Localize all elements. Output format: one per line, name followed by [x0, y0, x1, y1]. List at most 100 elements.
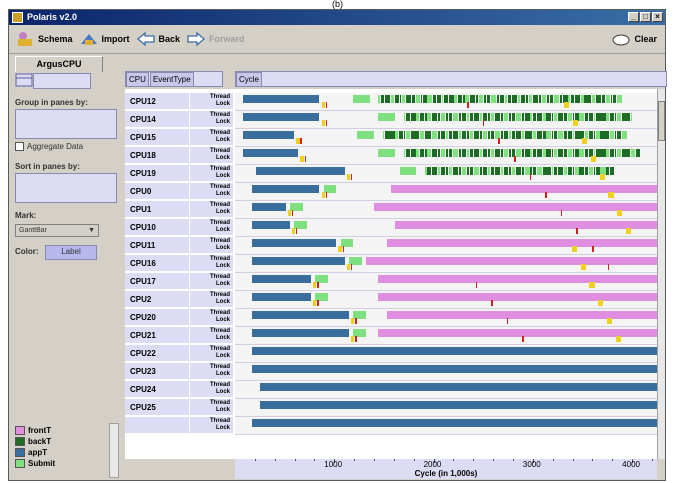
- schema-button[interactable]: Schema: [15, 30, 73, 48]
- legend-item[interactable]: frontT: [15, 425, 55, 436]
- backt-bar: [549, 95, 554, 103]
- cpu-label: CPU22: [125, 345, 189, 362]
- filter-field[interactable]: [33, 73, 91, 89]
- legend-item[interactable]: Submit: [15, 458, 55, 469]
- backt-bar: [546, 131, 551, 139]
- backt-bar: [621, 131, 627, 139]
- backt-bar: [454, 95, 457, 103]
- backt-bar: [419, 131, 425, 139]
- appt-bar: [251, 221, 290, 229]
- aggregate-row: Aggregate Data: [15, 142, 83, 151]
- appt-bar: [251, 347, 657, 355]
- backt-bar: [609, 131, 614, 139]
- backt-bar: [406, 149, 410, 157]
- backt-bar: [448, 131, 452, 139]
- backt-bar: [469, 113, 473, 121]
- gantt-row: CPU12 Thread Lock: [125, 93, 665, 111]
- appt-bar: [243, 131, 295, 139]
- color-legend: frontT backT appT Submit: [15, 425, 55, 469]
- scrollbar-thumb[interactable]: [658, 101, 665, 141]
- back-button[interactable]: Back: [136, 30, 180, 48]
- backt-bar: [440, 131, 446, 139]
- lock-mark: [300, 138, 302, 144]
- backt-bar: [394, 95, 399, 103]
- clear-button[interactable]: Clear: [611, 30, 657, 48]
- minimize-button[interactable]: _: [628, 12, 639, 22]
- backt-bar: [431, 167, 437, 175]
- backt-bar: [572, 167, 575, 175]
- backt-bar: [469, 95, 475, 103]
- backt-bar: [621, 149, 627, 157]
- clear-label: Clear: [634, 34, 657, 44]
- backt-bar: [567, 167, 572, 175]
- appt-bar: [256, 167, 345, 175]
- eventtype-pill[interactable]: EventType: [149, 72, 194, 87]
- aggregate-checkbox[interactable]: [15, 142, 24, 151]
- lock-mark: [608, 192, 614, 198]
- color-shelf[interactable]: Label: [45, 245, 97, 260]
- gantt-track: [235, 237, 657, 255]
- frontt-bar: [378, 275, 657, 283]
- vertical-scrollbar[interactable]: [657, 89, 665, 459]
- backt-bar: [621, 113, 627, 121]
- lock-mark: [545, 192, 547, 198]
- backt-bar: [403, 131, 406, 139]
- backt-bar: [579, 167, 585, 175]
- backt-bar: [494, 167, 500, 175]
- backt-bar: [505, 95, 507, 103]
- forward-button[interactable]: Forward: [186, 30, 245, 48]
- backt-bar: [419, 113, 425, 121]
- backt-bar: [614, 131, 617, 139]
- backt-bar: [427, 95, 433, 103]
- backt-bar: [423, 95, 427, 103]
- backt-bar: [406, 131, 410, 139]
- backt-bar: [606, 149, 609, 157]
- cpu-label: CPU10: [125, 219, 189, 236]
- rows-shelf[interactable]: CPU EventType: [125, 71, 223, 87]
- submit-bar: [378, 113, 396, 121]
- backt-bar: [427, 131, 431, 139]
- backt-bar: [609, 167, 614, 175]
- legend-item[interactable]: appT: [15, 447, 55, 458]
- columns-shelf[interactable]: Cycle: [235, 71, 667, 87]
- backt-bar: [530, 149, 533, 157]
- axis-minor-tick: [413, 459, 415, 461]
- legend-scrollbar[interactable]: [109, 423, 119, 478]
- axis-minor-tick: [294, 459, 296, 461]
- sort-shelf[interactable]: [15, 173, 117, 203]
- axis-minor-tick: [374, 459, 375, 461]
- backt-bar: [532, 95, 538, 103]
- close-button[interactable]: ×: [652, 12, 663, 22]
- cpu-label: CPU25: [125, 399, 189, 416]
- backt-bar: [630, 149, 636, 157]
- lock-mark: [296, 228, 298, 234]
- legend-label: appT: [28, 448, 48, 457]
- backt-bar: [593, 167, 596, 175]
- legend-label: backT: [28, 437, 52, 446]
- event-type-label: Thread Lock: [189, 345, 233, 362]
- backt-bar: [424, 131, 427, 139]
- backt-bar: [467, 167, 469, 175]
- group-shelf[interactable]: [15, 109, 117, 139]
- lock-mark: [571, 246, 577, 252]
- backt-bar: [516, 167, 522, 175]
- backt-bar: [554, 95, 560, 103]
- backt-bar: [490, 113, 495, 121]
- backt-bar: [542, 95, 547, 103]
- submit-bar: [357, 131, 375, 139]
- backt-bar: [469, 167, 473, 175]
- backt-bar: [504, 113, 509, 121]
- cpu-label: CPU0: [125, 183, 189, 200]
- cpu-pill[interactable]: CPU: [126, 72, 149, 87]
- mark-dropdown[interactable]: GanttBar ▼: [15, 224, 99, 237]
- maximize-button[interactable]: □: [640, 12, 651, 22]
- legend-item[interactable]: backT: [15, 436, 55, 447]
- appt-bar: [251, 311, 349, 319]
- import-button[interactable]: Import: [79, 30, 130, 48]
- backt-bar: [521, 113, 525, 121]
- cycle-pill[interactable]: Cycle: [236, 72, 263, 87]
- backt-bar: [458, 149, 462, 157]
- backt-bar: [564, 131, 567, 139]
- submit-bar: [353, 95, 371, 103]
- backt-bar: [575, 95, 581, 103]
